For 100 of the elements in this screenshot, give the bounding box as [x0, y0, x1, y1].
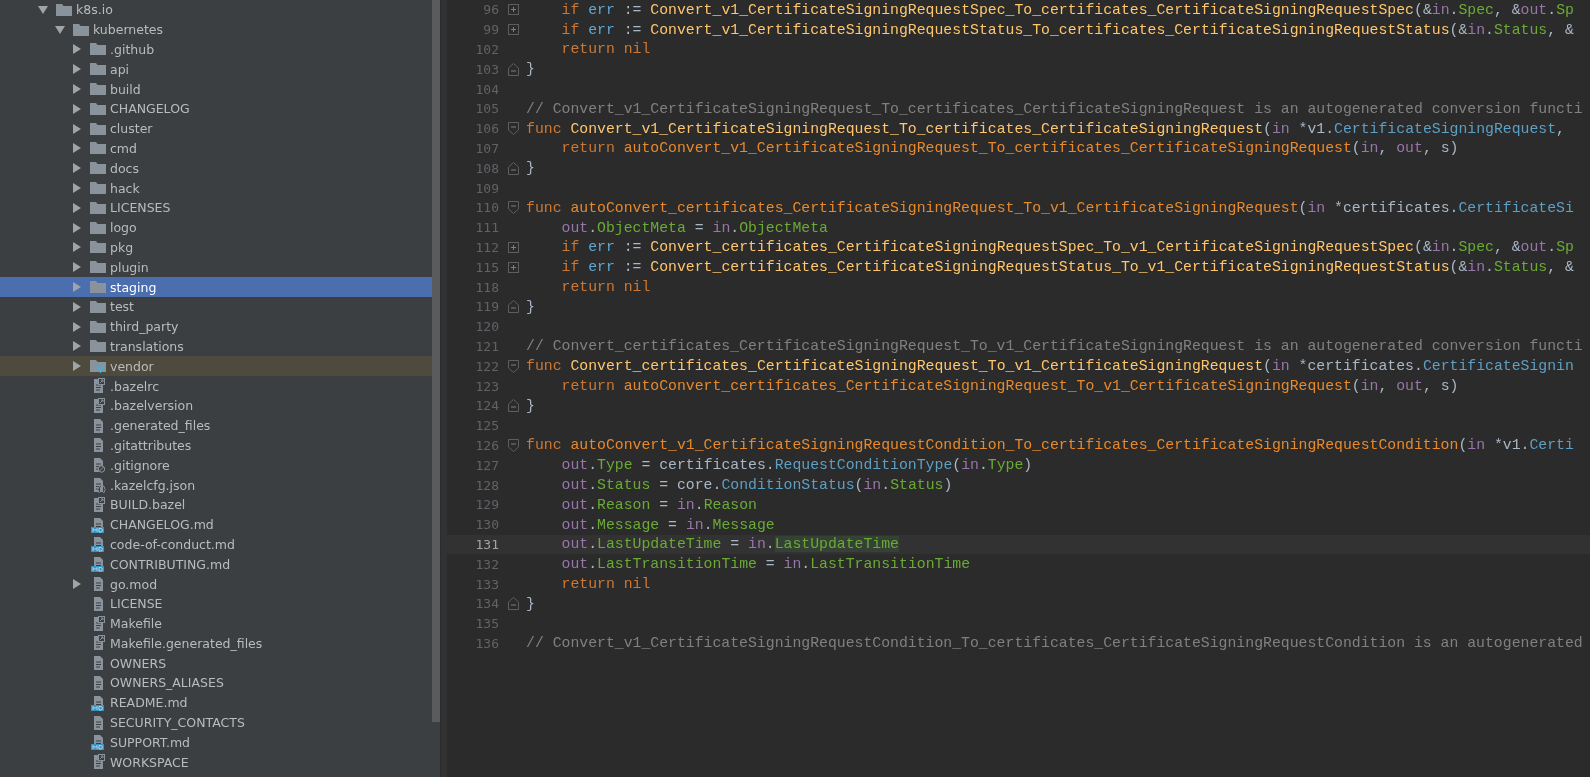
tree-row[interactable]: .gitattributes	[0, 435, 432, 456]
expand-arrow-icon[interactable]	[72, 222, 82, 233]
fold-minus-icon[interactable]	[508, 161, 519, 175]
tree-row[interactable]: OWNERS	[0, 653, 432, 674]
tree-row[interactable]: .kazelcfg.json	[0, 475, 432, 495]
tree-row[interactable]: Makefile	[0, 613, 432, 634]
tree-row[interactable]: SUPPORT.md	[0, 732, 432, 753]
tree-row[interactable]: build	[0, 79, 432, 99]
tree-row[interactable]: .github	[0, 39, 432, 60]
tree-row[interactable]: code-of-conduct.md	[0, 534, 432, 555]
tree-row[interactable]: cmd	[0, 138, 432, 159]
line-number: 136	[474, 635, 500, 651]
code-line: out.ObjectMeta = in.ObjectMeta	[560, 219, 828, 236]
expand-arrow-icon[interactable]	[72, 301, 82, 312]
expand-arrow-icon[interactable]	[72, 123, 82, 134]
folder-icon	[90, 161, 106, 176]
folder-icon	[90, 181, 106, 196]
tree-row[interactable]: k8s.io	[0, 0, 432, 20]
expand-arrow-icon[interactable]	[72, 103, 82, 114]
fold-plus-icon[interactable]	[508, 261, 519, 273]
line-number: 124	[474, 398, 500, 414]
tree-row[interactable]: .generated_files	[0, 415, 432, 436]
fold-plus-icon[interactable]	[508, 4, 519, 16]
folder-name: vendor	[110, 358, 154, 374]
line-number: 130	[474, 517, 500, 533]
tree-row[interactable]: vendor	[0, 356, 432, 377]
tree-row[interactable]: kubernetes	[0, 19, 432, 40]
expand-arrow-icon[interactable]	[72, 163, 82, 174]
fold-minus-icon[interactable]	[508, 438, 519, 452]
expand-arrow-icon[interactable]	[38, 4, 48, 15]
tree-row[interactable]: CHANGELOG	[0, 99, 432, 119]
expand-arrow-icon[interactable]	[55, 24, 65, 35]
expand-arrow-icon[interactable]	[72, 84, 82, 95]
fold-minus-icon[interactable]	[508, 399, 519, 413]
expand-arrow-icon[interactable]	[72, 242, 82, 253]
tree-row[interactable]: WORKSPACE	[0, 752, 432, 773]
markdown-file-icon	[90, 556, 106, 573]
file-name: OWNERS	[110, 655, 167, 671]
tree-row[interactable]: staging	[0, 277, 432, 297]
line-number: 102	[474, 42, 500, 57]
file-name: CONTRIBUTING.md	[110, 556, 231, 572]
tree-row[interactable]: OWNERS_ALIASES	[0, 673, 432, 693]
tree-row[interactable]: SECURITY_CONTACTS	[0, 712, 432, 733]
file-name: go.mod	[110, 576, 158, 592]
fold-minus-icon[interactable]	[508, 597, 519, 611]
expand-arrow-icon[interactable]	[72, 183, 82, 194]
line-number: 107	[474, 140, 500, 156]
expand-arrow-icon[interactable]	[72, 321, 82, 332]
folder-name: docs	[110, 160, 139, 176]
line-number: 96	[482, 2, 500, 18]
fold-plus-icon[interactable]	[508, 24, 519, 36]
tree-row[interactable]: .gitignore	[0, 455, 432, 476]
scrollbar[interactable]	[432, 0, 440, 722]
tree-row[interactable]: logo	[0, 217, 432, 238]
fold-minus-icon[interactable]	[508, 359, 519, 373]
line-number: 128	[474, 477, 500, 493]
tree-row[interactable]: go.mod	[0, 574, 432, 594]
tree-row[interactable]: LICENSE	[0, 593, 432, 614]
tree-row[interactable]: plugin	[0, 257, 432, 278]
tree-row[interactable]: api	[0, 59, 432, 80]
expand-arrow-icon[interactable]	[72, 44, 82, 55]
expand-arrow-icon[interactable]	[72, 262, 82, 273]
expand-arrow-icon[interactable]	[72, 143, 82, 154]
tree-row[interactable]: CONTRIBUTING.md	[0, 554, 432, 575]
tree-row[interactable]: third_party	[0, 316, 432, 337]
tree-row[interactable]: test	[0, 296, 432, 317]
code-line: }	[526, 298, 535, 315]
expand-arrow-icon[interactable]	[72, 202, 82, 213]
fold-minus-icon[interactable]	[508, 62, 519, 76]
expand-arrow-icon[interactable]	[72, 341, 82, 352]
fold-minus-icon[interactable]	[508, 122, 519, 136]
folder-name: logo	[110, 220, 137, 236]
fold-minus-icon[interactable]	[508, 201, 519, 215]
fold-plus-icon[interactable]	[508, 241, 519, 253]
file-name: .bazelrc	[110, 378, 160, 394]
tree-row[interactable]: pkg	[0, 237, 432, 258]
tree-row[interactable]: hack	[0, 178, 432, 198]
folder-icon	[90, 101, 106, 116]
tree-row[interactable]: translations	[0, 336, 432, 357]
tree-row[interactable]: README.md	[0, 692, 432, 713]
tree-row[interactable]: .bazelrc	[0, 376, 432, 396]
tree-row[interactable]: CHANGELOG.md	[0, 514, 432, 535]
expand-arrow-icon[interactable]	[72, 64, 82, 75]
fold-minus-icon[interactable]	[508, 300, 519, 314]
folder-name: pkg	[110, 239, 134, 255]
expand-arrow-icon[interactable]	[72, 361, 82, 372]
file-name: README.md	[110, 695, 188, 711]
tree-row[interactable]: BUILD.bazel	[0, 494, 432, 515]
folder-name: .github	[110, 42, 155, 57]
library-folder-icon	[90, 359, 106, 374]
code-line: if err := Convert_certificates_CertificateSigningRequestStatus_To_v1_CertificateSigningRequestStatus(&in.Status, &	[560, 259, 1574, 276]
tree-row[interactable]: cluster	[0, 118, 432, 139]
folder-icon	[90, 62, 106, 77]
tree-row[interactable]: docs	[0, 158, 432, 179]
folder-icon	[90, 200, 106, 215]
expand-arrow-icon[interactable]	[72, 579, 82, 589]
tree-row[interactable]: .bazelversion	[0, 395, 432, 416]
line-number: 132	[474, 556, 500, 572]
tree-row[interactable]: LICENSES	[0, 197, 432, 218]
tree-row[interactable]: Makefile.generated_files	[0, 633, 432, 654]
